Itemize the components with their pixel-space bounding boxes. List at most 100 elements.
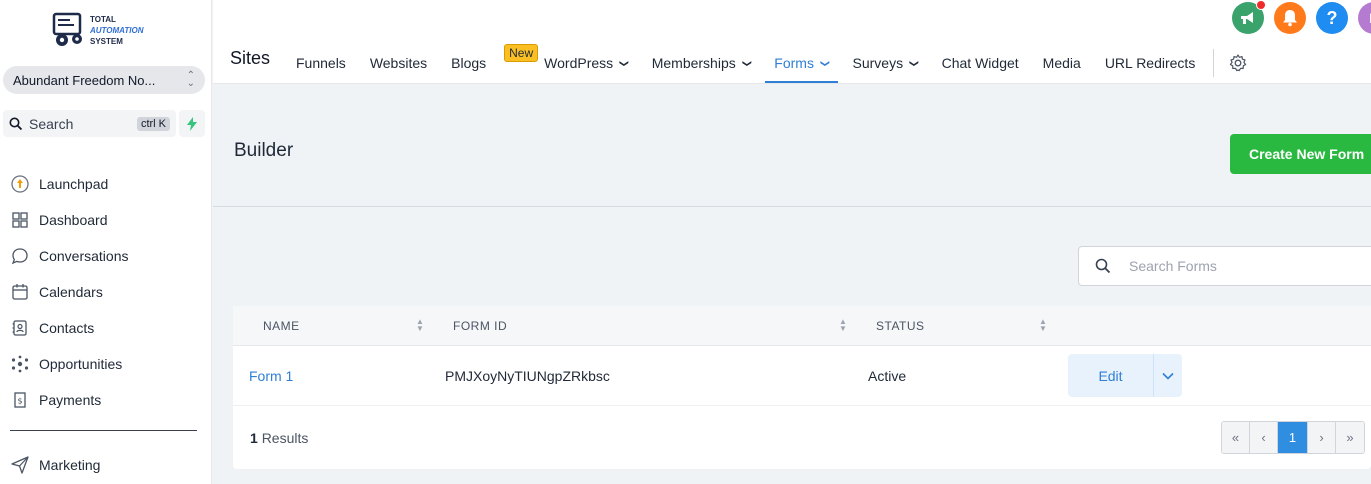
- header-actions: ? R: [1222, 0, 1371, 34]
- column-header-name[interactable]: NAME: [263, 306, 300, 346]
- brand-line-1: TOTAL: [90, 14, 116, 24]
- page-title: Builder: [234, 140, 294, 161]
- sidebar-item-opportunities[interactable]: Opportunities: [10, 346, 200, 382]
- sidebar-item-dashboard[interactable]: Dashboard: [10, 202, 200, 238]
- notification-dot: [1256, 0, 1266, 10]
- tab-url-redirects[interactable]: URL Redirects: [1093, 44, 1208, 82]
- sidebar-item-label: Dashboard: [39, 212, 108, 228]
- table-row: Form 1 PMJXoyNyTIUNgpZRkbsc Active Edit: [233, 346, 1371, 406]
- results-count: 1 Results: [250, 430, 308, 446]
- pagination: « ‹ 1 › »: [1221, 421, 1365, 454]
- tab-forms[interactable]: Forms ❯: [762, 44, 840, 83]
- tab-media[interactable]: Media: [1031, 44, 1093, 82]
- sidebar-item-label: Launchpad: [39, 176, 109, 192]
- chat-bubble-icon: [11, 248, 28, 265]
- lightning-bolt-icon: [187, 116, 197, 131]
- edit-button[interactable]: Edit: [1068, 354, 1153, 397]
- megaphone-icon: [1241, 12, 1253, 24]
- quick-action-button[interactable]: [179, 110, 205, 137]
- svg-text:$: $: [17, 397, 22, 406]
- sidebar-item-calendars[interactable]: Calendars: [10, 274, 200, 310]
- sidebar-item-contacts[interactable]: Contacts: [10, 310, 200, 346]
- prev-page-button[interactable]: ‹: [1250, 422, 1278, 453]
- results-label: Results: [261, 430, 309, 446]
- first-page-button[interactable]: «: [1222, 422, 1250, 453]
- sidebar-item-payments[interactable]: $ Payments: [10, 382, 200, 418]
- tab-separator: [1213, 49, 1215, 77]
- sidebar-item-label: Calendars: [39, 284, 103, 300]
- tab-websites[interactable]: Websites: [358, 44, 439, 82]
- edit-action-group: Edit: [1068, 354, 1182, 397]
- sidebar-item-label: Payments: [39, 392, 102, 408]
- receipt-icon: $: [14, 392, 26, 408]
- tab-memberships[interactable]: Memberships ❯: [640, 44, 763, 82]
- account-switcher[interactable]: Abundant Freedom No... ⌃ ⌄: [3, 66, 205, 94]
- edit-dropdown-button[interactable]: [1153, 354, 1182, 397]
- search-shortcut: ctrl K: [136, 116, 170, 131]
- search-label: Search: [29, 115, 74, 132]
- sort-icon[interactable]: ▲ ▼: [1039, 318, 1047, 333]
- bell-icon: [1283, 10, 1297, 27]
- chevron-down-icon: [1162, 372, 1174, 380]
- calendar-icon: [12, 284, 28, 300]
- results-number: 1: [250, 430, 258, 446]
- search-icon: [1095, 258, 1111, 274]
- next-page-button[interactable]: ›: [1308, 422, 1336, 453]
- sidebar: TOTAL AUTOMATION SYSTEM Abundant Freedom…: [0, 0, 212, 484]
- chevron-down-icon: ❯: [820, 59, 831, 67]
- tab-wordpress[interactable]: WordPress ❯: [532, 44, 640, 82]
- brand-logo[interactable]: TOTAL AUTOMATION SYSTEM: [52, 11, 162, 49]
- tab-surveys[interactable]: Surveys ❯: [841, 44, 930, 82]
- network-icon: [11, 355, 29, 373]
- section-title: Sites: [230, 48, 271, 68]
- launchpad-icon: [11, 175, 29, 193]
- question-mark-icon: ?: [1326, 7, 1338, 28]
- chevron-updown-icon: ⌃ ⌄: [186, 70, 195, 89]
- sidebar-item-launchpad[interactable]: Launchpad: [10, 166, 200, 202]
- table-header: NAME ▲ ▼ FORM ID ▲ ▼ STATUS ▲ ▼: [233, 306, 1371, 346]
- status-cell: Active: [868, 368, 907, 384]
- avatar[interactable]: R: [1358, 2, 1371, 34]
- sidebar-search[interactable]: Search ctrl K: [3, 110, 176, 137]
- sidebar-item-label: Contacts: [39, 320, 95, 336]
- form-id-cell: PMJXoyNyTIUNgpZRkbsc: [445, 368, 610, 384]
- sort-icon[interactable]: ▲ ▼: [839, 318, 847, 333]
- brand-line-2: AUTOMATION: [90, 25, 144, 35]
- chevron-down-icon: ❯: [909, 59, 920, 67]
- search-forms-field[interactable]: [1078, 246, 1371, 286]
- column-header-status[interactable]: STATUS: [876, 306, 925, 346]
- header-divider: [213, 206, 1371, 207]
- sidebar-item-conversations[interactable]: Conversations: [10, 238, 200, 274]
- dashboard-icon: [12, 212, 28, 228]
- search-icon: [9, 117, 23, 130]
- sidebar-item-marketing[interactable]: Marketing: [10, 447, 100, 483]
- site-tabs: Funnels Websites Blogs New WordPress ❯ Me…: [284, 44, 1256, 83]
- column-header-form-id[interactable]: FORM ID: [453, 306, 507, 346]
- gear-icon: [1230, 54, 1247, 72]
- account-name: Abundant Freedom No...: [13, 72, 156, 88]
- search-forms-input[interactable]: [1129, 258, 1329, 274]
- paper-plane-icon: [11, 456, 29, 474]
- sidebar-item-label: Marketing: [39, 457, 101, 473]
- chevron-down-icon: ❯: [742, 59, 753, 67]
- current-page-button[interactable]: 1: [1278, 422, 1308, 453]
- sidebar-item-label: Conversations: [39, 248, 129, 264]
- brand-line-3: SYSTEM: [90, 36, 123, 46]
- contacts-book-icon: [12, 320, 27, 336]
- tab-blogs[interactable]: Blogs New: [439, 44, 539, 82]
- tab-chat-widget[interactable]: Chat Widget: [930, 44, 1031, 82]
- automation-gear-icon: [52, 12, 86, 48]
- forms-table-card: NAME ▲ ▼ FORM ID ▲ ▼ STATUS ▲ ▼ Form 1 PMJX…: [233, 306, 1371, 469]
- create-new-form-button[interactable]: Create New Form: [1230, 134, 1371, 174]
- sidebar-divider: [10, 430, 197, 431]
- notifications-button[interactable]: [1274, 2, 1306, 34]
- chevron-down-icon: ❯: [619, 59, 630, 67]
- settings-button[interactable]: [1220, 44, 1256, 82]
- announcement-button[interactable]: [1232, 0, 1266, 34]
- form-name-link[interactable]: Form 1: [249, 346, 293, 406]
- tab-funnels[interactable]: Funnels: [284, 44, 358, 82]
- last-page-button[interactable]: »: [1336, 422, 1364, 453]
- top-navigation: Sites Funnels Websites Blogs New WordPre…: [213, 0, 1371, 84]
- help-button[interactable]: ?: [1316, 2, 1348, 34]
- sort-icon[interactable]: ▲ ▼: [416, 318, 424, 333]
